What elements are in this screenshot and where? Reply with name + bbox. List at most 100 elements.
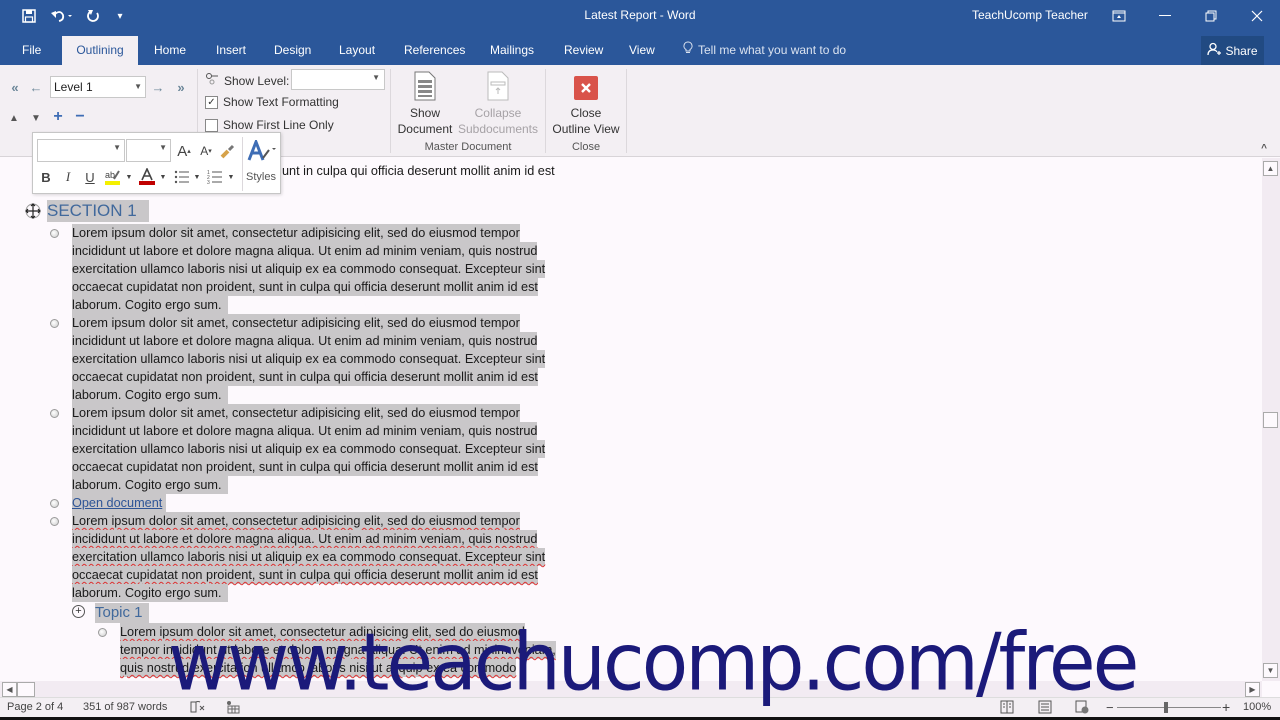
chevron-down-icon[interactable]: ▼	[159, 171, 167, 183]
bullet-icon[interactable]	[50, 229, 59, 238]
paragraph-2-line-5: laborum. Cogito ergo sum.	[72, 386, 228, 404]
expand-plus-icon[interactable]: +	[72, 605, 85, 618]
topic-heading[interactable]: Topic 1	[95, 603, 149, 623]
italic-button[interactable]: I	[60, 168, 76, 186]
collapse-subdocuments-button[interactable]: Collapse Subdocuments	[457, 71, 539, 137]
chevron-down-icon[interactable]: ▼	[227, 171, 235, 183]
share-button[interactable]: Share	[1201, 36, 1264, 65]
paragraph-1-line-3: exercitation ullamco laboris nisi ut ali…	[72, 260, 546, 278]
scroll-down-icon[interactable]: ▼	[1263, 663, 1278, 678]
zoom-level[interactable]: 100%	[1243, 701, 1271, 713]
outline-level-select[interactable]: Level 1 ▼	[50, 76, 146, 98]
zoom-slider-thumb[interactable]	[1164, 702, 1168, 713]
chevron-down-icon[interactable]: ▼	[193, 171, 201, 183]
promote-to-heading1-icon[interactable]: «	[6, 79, 24, 95]
font-name-input[interactable]: ▼	[37, 139, 125, 162]
paragraph-4-line-3: exercitation ullamco laboris nisi ut ali…	[72, 548, 546, 566]
page-indicator[interactable]: Page 2 of 4	[7, 701, 63, 713]
font-color-icon[interactable]	[137, 167, 157, 187]
paragraph-3-line-1: Lorem ipsum dolor sit amet, consectetur …	[72, 404, 520, 422]
tab-design[interactable]: Design	[264, 36, 321, 65]
tab-insert[interactable]: Insert	[206, 36, 256, 65]
bullet-icon[interactable]	[50, 517, 59, 526]
paragraph-2-line-2: incididunt ut labore et dolore magna ali…	[72, 332, 538, 350]
scroll-left-icon[interactable]: ◀	[2, 682, 17, 697]
tab-view[interactable]: View	[619, 36, 665, 65]
bullet-icon[interactable]	[50, 409, 59, 418]
chevron-down-icon: ▼	[372, 73, 380, 82]
format-painter-icon[interactable]	[219, 141, 237, 161]
group-label-master-document: Master Document	[424, 141, 512, 153]
scroll-right-icon[interactable]: ▶	[1245, 682, 1260, 697]
expand-icon[interactable]: +	[50, 108, 66, 125]
show-level-label: Show Level:	[224, 73, 290, 88]
scroll-up-icon[interactable]: ▲	[1263, 161, 1278, 176]
paragraph-3-line-5: laborum. Cogito ergo sum.	[72, 476, 228, 494]
highlight-color-icon[interactable]: ab	[103, 167, 123, 187]
ribbon-display-options-icon[interactable]	[1096, 0, 1142, 32]
show-document-button[interactable]: Show Document	[395, 71, 455, 137]
show-first-line-only-checkbox[interactable]: Show First Line Only	[205, 118, 334, 132]
paragraph-3-line-4: occaecat cupidatat non proident, sunt in…	[72, 458, 538, 476]
styles-icon[interactable]	[245, 139, 279, 163]
title-bar: ▾ Latest Report - Word TeachUcomp Teache…	[0, 0, 1280, 32]
tab-home[interactable]: Home	[144, 36, 196, 65]
bullets-icon[interactable]	[173, 167, 191, 187]
open-document-link[interactable]: Open document	[72, 496, 162, 510]
bullet-icon[interactable]	[98, 628, 107, 637]
vertical-scrollbar[interactable]: ▲ ▼	[1262, 158, 1280, 681]
show-document-icon	[395, 71, 455, 105]
tab-outlining[interactable]: Outlining	[62, 36, 138, 65]
shrink-font-icon[interactable]: A ▾	[197, 141, 215, 161]
zoom-in-button[interactable]: +	[1222, 699, 1230, 715]
numbering-icon[interactable]: 123	[206, 167, 224, 187]
tell-me-search[interactable]: Tell me what you want to do	[683, 36, 846, 65]
section-heading[interactable]: SECTION 1	[47, 200, 149, 222]
tab-review[interactable]: Review	[554, 36, 613, 65]
underline-button[interactable]: U	[82, 168, 98, 186]
styles-label[interactable]: Styles	[243, 169, 279, 185]
user-name[interactable]: TeachUcomp Teacher	[972, 8, 1088, 22]
tab-references[interactable]: References	[394, 36, 475, 65]
font-size-input[interactable]: ▼	[126, 139, 171, 162]
demote-to-body-text-icon[interactable]: »	[172, 79, 190, 95]
checkbox-checked[interactable]: ✓	[205, 95, 218, 109]
chevron-down-icon: ▼	[134, 82, 142, 91]
collapse-icon[interactable]: −	[72, 108, 88, 125]
demote-icon[interactable]: →	[150, 79, 166, 95]
move-handle-icon[interactable]	[24, 202, 42, 220]
word-count[interactable]: 351 of 987 words	[83, 701, 167, 713]
close-outline-view-button[interactable]: Close Outline View	[552, 71, 620, 137]
show-text-formatting-checkbox[interactable]: ✓ Show Text Formatting	[205, 95, 339, 109]
horizontal-scroll-thumb[interactable]	[17, 682, 35, 697]
partial-text-line: unt in culpa qui officia deserunt mollit…	[282, 164, 555, 178]
bold-button[interactable]: B	[38, 168, 54, 186]
paragraph-2-line-4: occaecat cupidatat non proident, sunt in…	[72, 368, 538, 386]
minimize-icon[interactable]	[1142, 0, 1188, 32]
tell-me-text: Tell me what you want to do	[698, 43, 847, 57]
show-level-icon	[205, 72, 219, 89]
tab-file[interactable]: File	[12, 36, 51, 65]
promote-icon[interactable]: ←	[28, 79, 44, 95]
svg-text:3: 3	[207, 180, 210, 185]
tab-mailings[interactable]: Mailings	[480, 36, 544, 65]
paragraph-2-line-1: Lorem ipsum dolor sit amet, consectetur …	[72, 314, 520, 332]
move-up-icon[interactable]: ▲	[6, 110, 22, 126]
paragraph-4-line-5: laborum. Cogito ergo sum.	[72, 584, 228, 602]
grow-font-icon[interactable]: A ▴	[175, 141, 193, 161]
document-area[interactable]: unt in culpa qui officia deserunt mollit…	[0, 158, 1262, 681]
move-down-icon[interactable]: ▼	[28, 110, 44, 126]
chevron-down-icon[interactable]: ▼	[125, 171, 133, 183]
close-window-icon[interactable]	[1234, 0, 1280, 32]
show-level-select[interactable]: ▼	[291, 69, 385, 90]
restore-icon[interactable]	[1188, 0, 1234, 32]
bullet-icon[interactable]	[50, 499, 59, 508]
checkbox-unchecked[interactable]	[205, 118, 218, 132]
collapse-ribbon-icon[interactable]: ^	[1256, 141, 1272, 155]
bullet-icon[interactable]	[50, 319, 59, 328]
scroll-thumb[interactable]	[1263, 412, 1278, 428]
paragraph-4-line-2: incididunt ut labore et dolore magna ali…	[72, 530, 538, 548]
paragraph-4-line-1: Lorem ipsum dolor sit amet, consectetur …	[72, 512, 520, 530]
window-title: Latest Report - Word	[584, 8, 696, 22]
tab-layout[interactable]: Layout	[329, 36, 385, 65]
